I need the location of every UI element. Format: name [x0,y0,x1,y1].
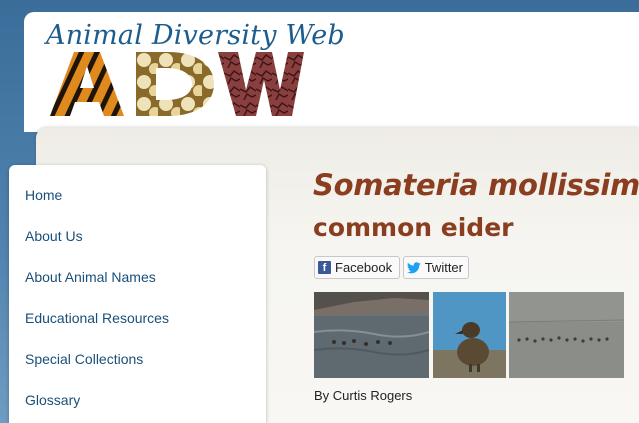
sidebar-nav: Home About Us About Animal Names Educati… [9,165,266,423]
photo-credit: By Curtis Rogers [314,388,413,403]
site-title[interactable]: Animal Diversity Web [46,20,345,51]
nav-item-about-us[interactable]: About Us [25,228,83,244]
facebook-share-button[interactable]: f Facebook [314,256,400,279]
twitter-bird-icon [407,261,421,273]
nav-item-special-collections[interactable]: Special Collections [25,351,143,367]
facebook-icon: f [318,261,331,274]
twitter-label: Twitter [424,260,463,275]
photo-eiders-on-water[interactable] [314,292,429,378]
nav-item-educational-resources[interactable]: Educational Resources [25,310,169,326]
facebook-label: Facebook [335,260,393,275]
photo-eider-on-rock[interactable] [433,292,506,378]
site-header: Animal Diversity Web [24,12,639,132]
nav-item-home[interactable]: Home [25,187,62,203]
photo-eider-flock[interactable] [509,292,624,378]
nav-item-glossary[interactable]: Glossary [25,392,80,408]
nav-item-about-animal-names[interactable]: About Animal Names [25,269,156,285]
common-name: common eider [313,213,514,242]
adw-logo[interactable] [48,52,304,116]
twitter-share-button[interactable]: Twitter [403,256,469,279]
scientific-name: Somateria mollissima [313,168,639,202]
